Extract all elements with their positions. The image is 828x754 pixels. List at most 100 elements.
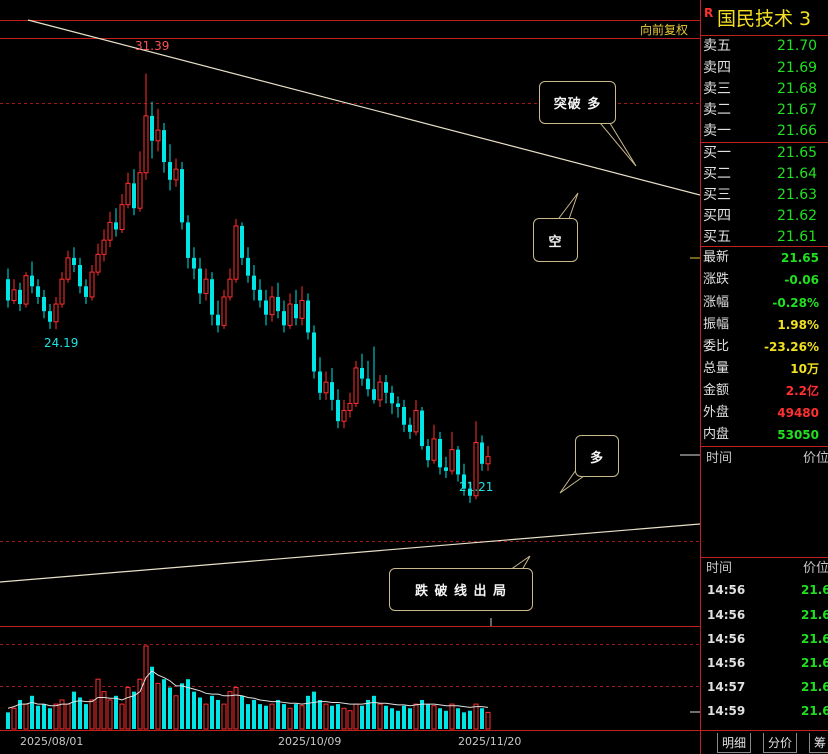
bid-row-3[interactable]: 买三 21.63 — [701, 184, 828, 206]
candle-body[interactable] — [101, 239, 107, 255]
candle-body[interactable] — [48, 311, 52, 322]
candle-body[interactable] — [84, 286, 88, 297]
candle-body[interactable] — [216, 314, 220, 326]
candle-body[interactable] — [377, 381, 383, 401]
callout-breakout-long[interactable]: 突破 多 — [539, 81, 616, 124]
candle-body[interactable] — [402, 407, 406, 425]
bid-row-2[interactable]: 买二 21.64 — [701, 163, 828, 185]
tick-row[interactable]: 14:57 21.66 — [701, 675, 828, 699]
candle-body[interactable] — [72, 257, 76, 265]
candle-body[interactable] — [299, 300, 305, 319]
candle-body[interactable] — [341, 410, 347, 422]
tick-row[interactable]: 14:56 21.66 — [701, 651, 828, 675]
candle-body[interactable] — [132, 183, 136, 209]
candle-body[interactable] — [30, 275, 34, 287]
candle-body[interactable] — [287, 303, 293, 326]
ask-row-2[interactable]: 卖二 21.67 — [701, 99, 828, 121]
candle-body[interactable] — [155, 129, 161, 142]
candle-body[interactable] — [95, 253, 101, 273]
candle-body[interactable] — [438, 438, 442, 468]
ask-row-5[interactable]: 卖五 21.70 — [701, 35, 828, 57]
candle-body[interactable] — [336, 399, 340, 422]
candle-body[interactable] — [276, 296, 280, 312]
tab-chips[interactable]: 筹 — [809, 733, 828, 753]
candle-body[interactable] — [282, 311, 286, 326]
candle-body[interactable] — [426, 446, 430, 461]
candle-body[interactable] — [384, 382, 388, 393]
candle-body[interactable] — [89, 271, 95, 298]
candle-body[interactable] — [252, 275, 256, 290]
candle-body[interactable] — [143, 115, 149, 174]
candle-body[interactable] — [312, 332, 316, 372]
bid-row-1[interactable]: 买一 21.65 — [701, 142, 828, 164]
candle-body[interactable] — [65, 257, 71, 280]
candle-body[interactable] — [240, 225, 244, 258]
candle-body[interactable] — [180, 169, 184, 223]
candle-body[interactable] — [125, 182, 131, 206]
candle-body[interactable] — [11, 289, 17, 302]
bid-row-5[interactable]: 买五 21.61 — [701, 226, 828, 248]
candle-body[interactable] — [162, 130, 166, 163]
candle-body[interactable] — [306, 300, 310, 333]
ask-row-1[interactable]: 卖一 21.66 — [701, 120, 828, 142]
candle-body[interactable] — [203, 278, 209, 294]
candle-body[interactable] — [449, 449, 455, 472]
ask-row-4[interactable]: 卖四 21.69 — [701, 57, 828, 79]
candle-body[interactable] — [330, 382, 334, 400]
tick-row[interactable]: 14:59 21.65 — [701, 699, 828, 723]
stock-title[interactable]: R 国民技术 3 — [701, 0, 828, 36]
candle-body[interactable] — [192, 257, 196, 269]
candle-body[interactable] — [318, 371, 322, 393]
candle-body[interactable] — [107, 221, 113, 241]
candle-body[interactable] — [264, 300, 268, 315]
candle-body[interactable] — [227, 278, 233, 298]
tick-row[interactable]: 14:56 21.65 — [701, 603, 828, 627]
candle-body[interactable] — [53, 303, 59, 323]
candle-body[interactable] — [173, 168, 179, 181]
candle-body[interactable] — [480, 442, 484, 464]
candle-body[interactable] — [366, 378, 370, 390]
candle-body[interactable] — [114, 222, 118, 230]
candle-body[interactable] — [42, 296, 46, 312]
tab-price-distribution[interactable]: 分价 — [763, 733, 798, 753]
candle-body[interactable] — [347, 402, 353, 412]
candle-body[interactable] — [137, 172, 143, 209]
candle-body[interactable] — [198, 268, 202, 294]
candle-body[interactable] — [294, 304, 298, 319]
candle-body[interactable] — [150, 115, 154, 141]
candle-body[interactable] — [372, 389, 376, 400]
candle-body[interactable] — [431, 438, 437, 461]
candle-body[interactable] — [210, 279, 214, 315]
candle-body[interactable] — [23, 275, 29, 305]
candle-body[interactable] — [456, 449, 460, 475]
kline-chart[interactable]: 向前复权 突破 多 空 多 跌 破 线 出 局 31.39 24.19 21.2… — [0, 0, 700, 754]
candle-body[interactable] — [36, 286, 40, 297]
ask-row-3[interactable]: 卖三 21.68 — [701, 78, 828, 100]
bid-row-4[interactable]: 买四 21.62 — [701, 205, 828, 227]
candle-body[interactable] — [390, 392, 394, 404]
candle-body[interactable] — [186, 222, 190, 258]
candle-body[interactable] — [221, 296, 227, 326]
candle-body[interactable] — [6, 279, 10, 301]
candle-body[interactable] — [323, 381, 329, 394]
candle-body[interactable] — [119, 204, 125, 230]
candle-body[interactable] — [396, 403, 400, 407]
candle-body[interactable] — [258, 289, 262, 301]
candle-body[interactable] — [246, 257, 250, 276]
candle-body[interactable] — [360, 367, 364, 379]
adjust-mode-label[interactable]: 向前复权 — [640, 21, 700, 39]
candle-body[interactable] — [444, 467, 448, 471]
tab-details[interactable]: 明细 — [717, 733, 752, 753]
candle-body[interactable] — [413, 410, 419, 433]
candle-body[interactable] — [18, 289, 22, 305]
callout-short[interactable]: 空 — [533, 218, 578, 262]
callout-long[interactable]: 多 — [575, 435, 619, 477]
candle-body[interactable] — [408, 424, 412, 432]
callout-break-exit[interactable]: 跌 破 线 出 局 — [389, 568, 533, 611]
candle-body[interactable] — [168, 162, 172, 180]
candle-body[interactable] — [78, 265, 82, 287]
candle-body[interactable] — [420, 410, 424, 447]
support-line[interactable] — [0, 523, 700, 583]
candle-body[interactable] — [485, 456, 491, 465]
tick-row[interactable]: 14:56 21.65 — [701, 627, 828, 651]
